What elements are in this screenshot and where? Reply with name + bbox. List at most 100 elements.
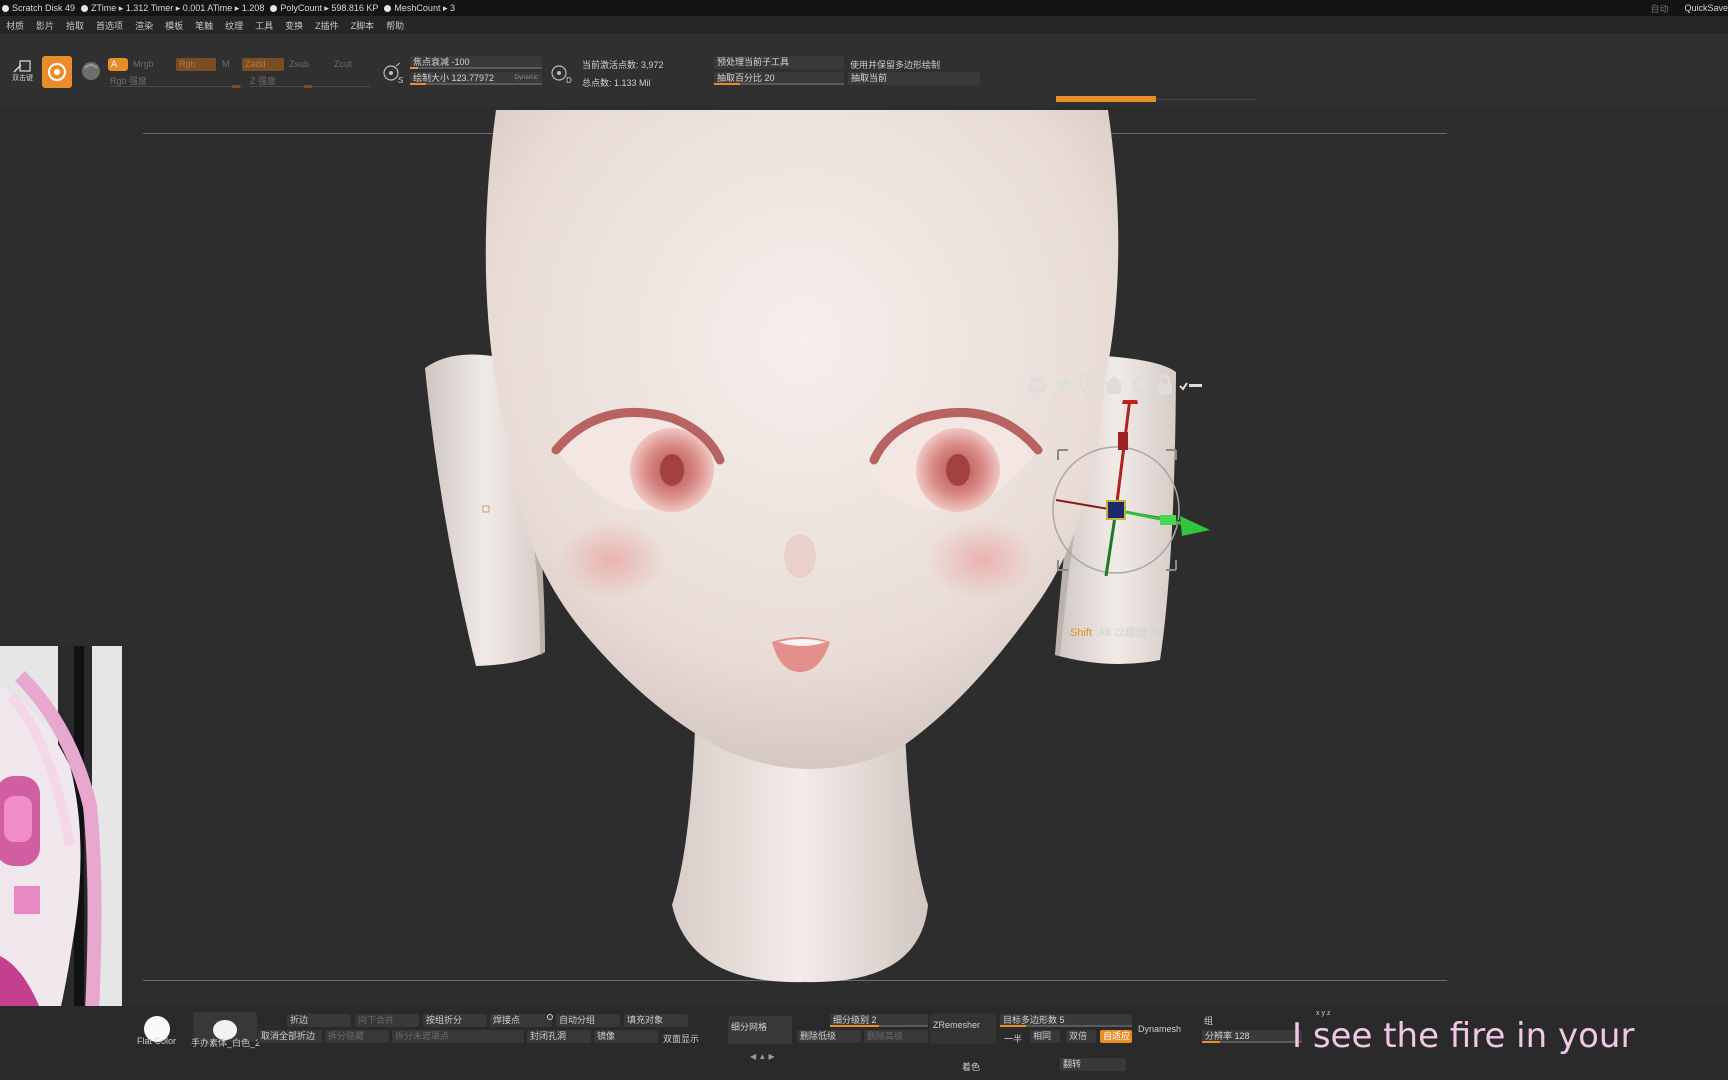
a-toggle[interactable]: A xyxy=(108,58,128,71)
crease-button[interactable]: 折边 xyxy=(287,1014,351,1027)
material-sphere-icon xyxy=(82,62,100,80)
flip-button[interactable]: 翻转 xyxy=(1060,1058,1126,1071)
quicksave-button[interactable]: QuickSave xyxy=(1684,3,1728,13)
split-hidden-button[interactable]: 拆分隐藏 xyxy=(325,1030,389,1043)
gizmo-toolbar xyxy=(1026,374,1208,396)
zremesher-button[interactable]: ZRemesher xyxy=(930,1014,996,1044)
target-polycount-slider[interactable]: 目标多边形数 5 xyxy=(1000,1014,1132,1027)
lock-icon[interactable] xyxy=(1156,374,1174,396)
status-right: 自动 QuickSave xyxy=(1634,0,1728,16)
menu-stencil[interactable]: 模板 xyxy=(165,19,183,32)
subtitle-caption: I see the fire in your xyxy=(1292,1016,1635,1056)
extract-percent-slider[interactable]: 抽取百分比 20 xyxy=(714,72,844,85)
menu-material[interactable]: 材质 xyxy=(6,19,24,32)
d-button[interactable]: D xyxy=(550,62,572,85)
menu-render[interactable]: 渲染 xyxy=(135,19,153,32)
close-holes-button[interactable]: 封闭孔洞 xyxy=(527,1030,591,1043)
mrgb-toggle[interactable]: Mrgb xyxy=(133,59,154,69)
menu-movie[interactable]: 影片 xyxy=(36,19,54,32)
rgb-intensity-track xyxy=(110,86,242,87)
same-button[interactable]: 相同 xyxy=(1030,1030,1060,1043)
menu-stroke[interactable]: 笔触 xyxy=(195,19,213,32)
menu-tool[interactable]: 工具 xyxy=(255,19,273,32)
adaptive-button[interactable]: 自适应 xyxy=(1100,1030,1132,1043)
home-icon[interactable] xyxy=(1102,374,1126,396)
weld-radio-icon[interactable] xyxy=(547,1014,553,1020)
hint-key: Shift xyxy=(1070,627,1093,639)
zsub-toggle[interactable]: Zsub xyxy=(289,59,309,69)
material-label: Flat Color xyxy=(137,1036,177,1046)
gizmo-y-axis xyxy=(1114,400,1132,511)
group-toggle[interactable]: 组 xyxy=(1204,1014,1213,1027)
z-intensity-thumb[interactable] xyxy=(304,85,312,88)
status-bar: Scratch Disk 49 ZTime ▸ 1.312 Timer ▸ 0.… xyxy=(0,0,1728,16)
draw-mode-button[interactable] xyxy=(42,56,72,88)
mirror-button[interactable]: 镜像 xyxy=(594,1030,658,1043)
menu-texture[interactable]: 纹理 xyxy=(225,19,243,32)
rgb-intensity-thumb[interactable] xyxy=(232,85,240,88)
stat-scratch-disk: Scratch Disk 49 xyxy=(2,3,75,13)
split-groups-button[interactable]: 按组折分 xyxy=(423,1014,487,1027)
brush-label: 手办素体_白色_2 xyxy=(191,1038,261,1048)
resolution-slider[interactable]: 分辨率 128 xyxy=(1202,1030,1302,1043)
minus-icon[interactable] xyxy=(1178,374,1204,396)
top-toolbar: 双击键 A Mrgb Rgb M Zadd Zsub Zcut Rgb 强度 Z… xyxy=(0,34,1728,106)
material-sphere-button[interactable] xyxy=(80,60,102,82)
reset-icon[interactable] xyxy=(1130,374,1152,396)
gear-icon[interactable] xyxy=(1026,374,1048,396)
stat-polycount: PolyCount ▸ 598.816 KP xyxy=(270,3,378,14)
uncrease-all-button[interactable]: 取消全部折边 xyxy=(258,1030,322,1043)
gizmo-center xyxy=(1106,500,1126,520)
pin-icon[interactable] xyxy=(1052,374,1074,396)
status-dot-icon xyxy=(384,4,392,12)
zcut-toggle[interactable]: Zcut xyxy=(334,59,352,69)
zadd-toggle[interactable]: Zadd xyxy=(242,58,284,71)
stat-meshcount: MeshCount ▸ 3 xyxy=(384,3,455,14)
status-dot-icon xyxy=(270,4,278,12)
m-toggle[interactable]: M xyxy=(222,59,230,69)
rgb-toggle[interactable]: Rgb xyxy=(176,58,216,71)
menu-zplugin[interactable]: Z插件 xyxy=(315,19,339,32)
keep-polypaint-toggle[interactable]: 使用并保留多边形绘制 xyxy=(850,58,940,71)
nav-arrows[interactable]: ◀ ▲ ▶ xyxy=(750,1052,775,1061)
menu-picker[interactable]: 拾取 xyxy=(66,19,84,32)
subdivide-button[interactable]: 细分网格 xyxy=(728,1016,792,1044)
delete-higher-button[interactable]: 删除高级 xyxy=(864,1030,928,1043)
menu-zscript[interactable]: Z脚本 xyxy=(351,19,375,32)
fill-object-button[interactable]: 填充对象 xyxy=(624,1014,688,1027)
extract-current-button[interactable]: 抽取当前 xyxy=(848,72,980,85)
delete-lower-button[interactable]: 删除低级 xyxy=(797,1030,861,1043)
edit-button[interactable]: 双击键 xyxy=(12,60,36,82)
colorize-toggle[interactable]: 着色 xyxy=(962,1060,980,1073)
merge-down-button[interactable]: 向下合并 xyxy=(355,1014,419,1027)
head-model[interactable] xyxy=(0,106,1728,1006)
double-sided-toggle[interactable]: 双面显示 xyxy=(663,1032,699,1045)
half-button[interactable]: 一半 xyxy=(1004,1032,1022,1045)
status-dot-icon xyxy=(2,4,9,12)
double-button[interactable]: 双倍 xyxy=(1066,1030,1096,1043)
draw-brush-icon xyxy=(48,63,66,81)
menu-preferences[interactable]: 首选项 xyxy=(96,19,123,32)
s-focal-button[interactable]: S xyxy=(382,62,404,85)
edit-icon xyxy=(13,60,31,73)
total-points-readout: 总点数: 1.133 Mil xyxy=(582,78,651,88)
menu-transform[interactable]: 变换 xyxy=(285,19,303,32)
location-icon[interactable] xyxy=(1078,374,1098,396)
split-unmasked-button[interactable]: 拆分未遮罩点 xyxy=(392,1030,524,1043)
auto-label[interactable]: 自动 xyxy=(1650,2,1668,15)
active-points-readout: 当前激活点数: 3,972 xyxy=(582,60,664,70)
weld-points-button[interactable]: 焊接点 xyxy=(490,1014,552,1027)
dynamesh-button[interactable]: Dynamesh xyxy=(1138,1024,1181,1034)
sdiv-level-slider[interactable]: 细分级别 2 xyxy=(830,1014,928,1027)
draw-size-slider[interactable]: 绘制大小 123.77972 Dynamic xyxy=(410,72,542,85)
transform-gizmo[interactable] xyxy=(1010,400,1210,600)
focal-shift-slider[interactable]: 焦点衰减 -100 xyxy=(410,56,542,69)
3d-viewport[interactable]: Shift Alt 以缩放 XZ xyxy=(0,106,1728,1006)
gizmo-y-arrow xyxy=(1122,400,1138,404)
gizmo-hint: Shift Alt 以缩放 XZ xyxy=(1070,627,1165,639)
gizmo-x-arrow xyxy=(1180,516,1210,536)
tab-divider xyxy=(1156,99,1256,100)
auto-groups-button[interactable]: 自动分组 xyxy=(556,1014,620,1027)
menu-help[interactable]: 帮助 xyxy=(386,19,404,32)
preprocess-subtool-button[interactable]: 预处理当前子工具 xyxy=(714,56,844,69)
